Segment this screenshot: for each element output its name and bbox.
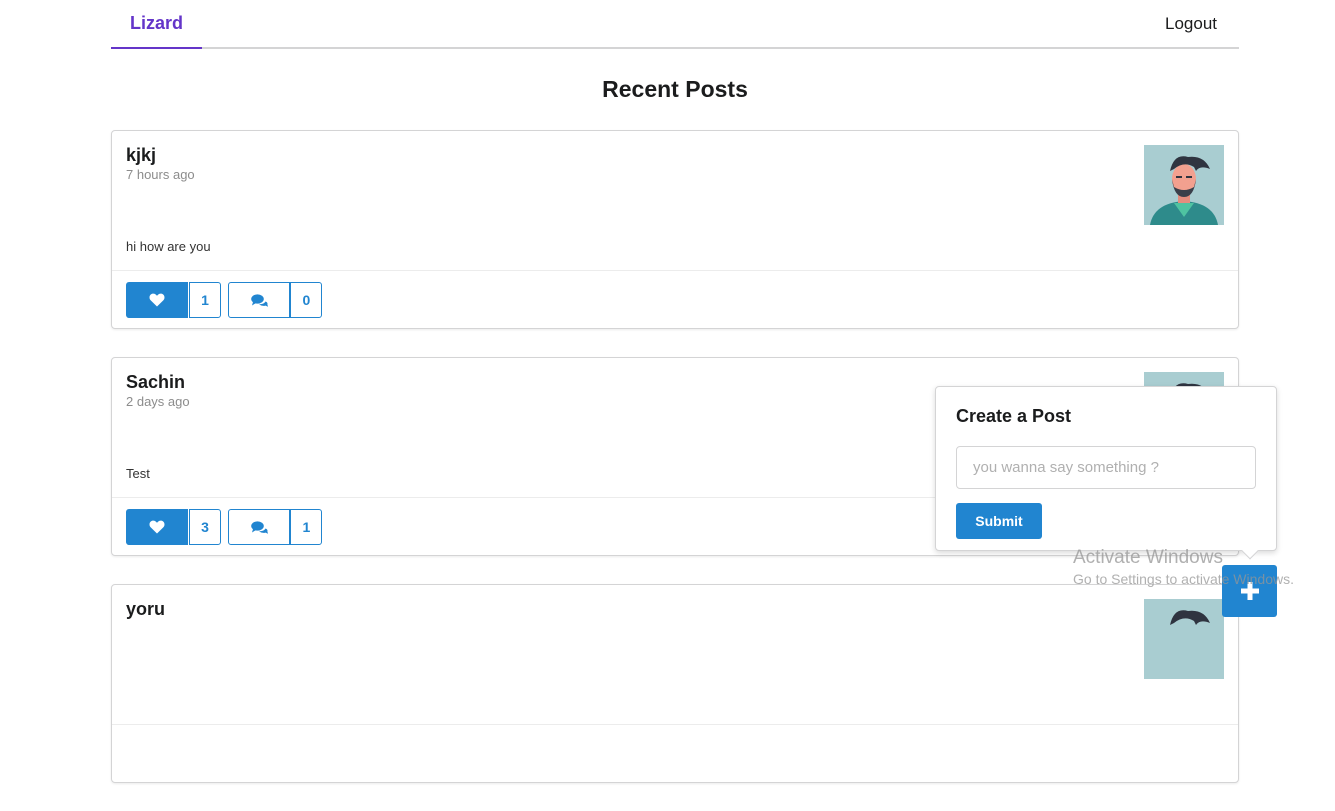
comments-icon <box>251 293 268 307</box>
heart-icon <box>149 293 165 307</box>
avatar <box>1144 599 1224 679</box>
comment-count[interactable]: 1 <box>290 509 323 545</box>
popup-arrow <box>1241 542 1259 560</box>
post-actions: 1 0 <box>112 271 1238 329</box>
comment-button[interactable] <box>228 282 291 318</box>
post-author[interactable]: kjkj <box>126 144 1224 166</box>
like-count[interactable]: 1 <box>189 282 221 318</box>
add-post-button[interactable] <box>1222 565 1277 617</box>
post-author[interactable]: yoru <box>126 598 1224 620</box>
like-button-group: 3 <box>126 509 221 545</box>
top-menu: Lizard Logout <box>111 0 1239 49</box>
post-body: hi how are you <box>126 239 211 254</box>
logout-link[interactable]: Logout <box>1165 0 1217 47</box>
comment-button[interactable] <box>228 509 291 545</box>
post-card: kjkj 7 hours ago hi how are you 1 0 <box>111 130 1239 329</box>
like-button-group: 1 <box>126 282 221 318</box>
create-post-title: Create a Post <box>956 406 1072 426</box>
comment-count[interactable]: 0 <box>290 282 323 318</box>
app-container: Lizard Logout Recent Posts kjkj 7 hours … <box>111 0 1239 783</box>
heart-icon <box>149 520 165 534</box>
like-count[interactable]: 3 <box>189 509 221 545</box>
page-title: Recent Posts <box>602 76 748 102</box>
like-button[interactable] <box>126 282 188 318</box>
nav-brand-tab[interactable]: Lizard <box>111 0 202 49</box>
post-input[interactable] <box>956 446 1256 489</box>
post-content: yoru <box>112 585 1238 725</box>
comments-icon <box>251 520 268 534</box>
post-time: 7 hours ago <box>126 167 195 182</box>
comment-button-group: 0 <box>228 282 323 318</box>
post-body: Test <box>126 466 150 481</box>
post-card: yoru <box>111 584 1239 783</box>
avatar <box>1144 145 1224 225</box>
plus-icon <box>1240 582 1259 600</box>
submit-button[interactable]: Submit <box>956 503 1042 539</box>
comment-button-group: 1 <box>228 509 323 545</box>
create-post-popup: Create a Post Submit <box>935 386 1277 560</box>
like-button[interactable] <box>126 509 188 545</box>
post-content: kjkj 7 hours ago hi how are you <box>112 131 1238 271</box>
